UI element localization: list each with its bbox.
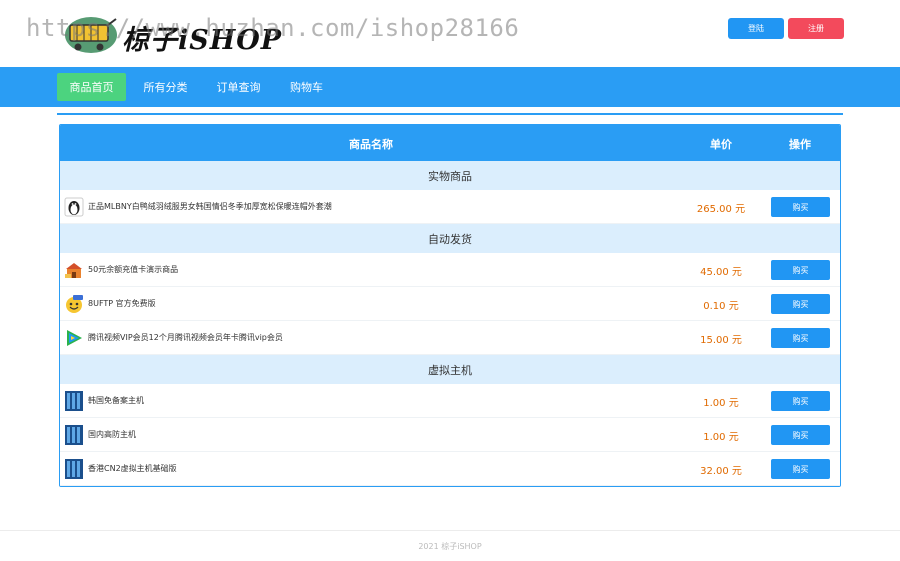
product-name[interactable]: 8UFTP 官方免费版 [88, 298, 156, 309]
nav-order-query[interactable]: 订单查询 [204, 73, 273, 101]
server-icon [65, 425, 83, 445]
category-row: 自动发货 [60, 224, 840, 253]
buy-button[interactable]: 购买 [771, 260, 830, 280]
product-price: 0.10 元 [703, 301, 739, 312]
footer-divider [0, 530, 900, 531]
buy-button[interactable]: 购买 [771, 391, 830, 411]
buy-button[interactable]: 购买 [771, 294, 830, 314]
product-name[interactable]: 国内高防主机 [88, 429, 136, 440]
category-row: 实物商品 [60, 161, 840, 190]
footer-copyright: 2021 椋子iSHOP [418, 542, 482, 551]
header-action: 操作 [789, 138, 811, 151]
product-price: 32.00 元 [700, 466, 742, 477]
table-row: 腾讯视频VIP会员12个月腾讯视频会员年卡腾讯vip会员 15.00 元 购买 [60, 321, 840, 355]
login-button[interactable]: 登陆 [728, 18, 784, 39]
tencent-video-icon [67, 330, 82, 346]
register-button[interactable]: 注册 [788, 18, 844, 39]
header-name: 商品名称 [349, 138, 393, 151]
product-name[interactable]: 韩国免备案主机 [88, 395, 144, 406]
product-name[interactable]: 腾讯视频VIP会员12个月腾讯视频会员年卡腾讯vip会员 [88, 332, 283, 343]
table-row: 正品MLBNY白鸭绒羽绒服男女韩国情侣冬季加厚宽松保暖连帽外套潮 265.00 … [60, 190, 840, 224]
server-icon [65, 391, 83, 411]
product-name[interactable]: 香港CN2虚拟主机基础版 [88, 463, 177, 474]
divider [57, 113, 843, 115]
table-row: 8UFTP 官方免费版 0.10 元 购买 [60, 287, 840, 321]
product-table: 商品名称 单价 操作 实物商品 正品MLBNY白鸭绒羽绒服男女韩国情侣冬季加厚宽… [59, 124, 841, 487]
table-row: 国内高防主机 1.00 元 购买 [60, 418, 840, 452]
main-nav: 商品首页 所有分类 订单查询 购物车 [0, 67, 900, 107]
product-price: 15.00 元 [700, 335, 742, 346]
table-row: 韩国免备案主机 1.00 元 购买 [60, 384, 840, 418]
product-price: 265.00 元 [696, 204, 746, 215]
penguin-icon [64, 197, 84, 217]
buy-button[interactable]: 购买 [771, 425, 830, 445]
buy-button[interactable]: 购买 [771, 328, 830, 348]
nav-home[interactable]: 商品首页 [57, 73, 126, 101]
buy-button[interactable]: 购买 [771, 197, 830, 217]
product-price: 1.00 元 [703, 432, 739, 443]
nav-all-categories[interactable]: 所有分类 [131, 73, 200, 101]
category-row: 虚拟主机 [60, 355, 840, 384]
product-price: 45.00 元 [700, 267, 742, 278]
shop-icon [65, 263, 82, 278]
product-price: 1.00 元 [703, 398, 739, 409]
table-row: 50元余额充值卡演示商品 45.00 元 购买 [60, 253, 840, 287]
buy-button[interactable]: 购买 [771, 459, 830, 479]
product-name[interactable]: 正品MLBNY白鸭绒羽绒服男女韩国情侣冬季加厚宽松保暖连帽外套潮 [88, 201, 332, 212]
top-header: 椋子iSHOP https://www.huzhan.com/ishop2816… [0, 0, 900, 67]
header-price: 单价 [710, 138, 732, 151]
server-icon [65, 459, 83, 479]
watermark-url: https://www.huzhan.com/ishop28166 [26, 14, 520, 42]
product-name[interactable]: 50元余额充值卡演示商品 [88, 264, 178, 275]
ftp-icon [66, 295, 83, 313]
table-header: 商品名称 单价 操作 [60, 125, 840, 161]
table-row: 香港CN2虚拟主机基础版 32.00 元 购买 [60, 452, 840, 486]
nav-cart[interactable]: 购物车 [272, 73, 341, 101]
